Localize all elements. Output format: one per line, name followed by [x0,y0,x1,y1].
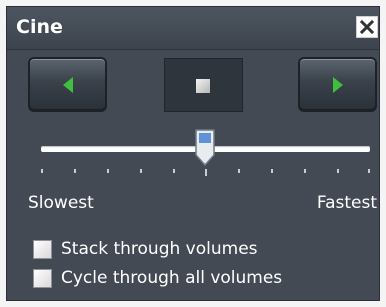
cycle-volumes-checkbox[interactable] [33,269,52,288]
slider-tick [107,169,109,173]
close-button[interactable] [356,16,378,38]
slowest-label: Slowest [28,193,94,213]
slider-tick [304,169,306,173]
triangle-right-icon [333,77,343,93]
fastest-label: Fastest [316,193,377,213]
panel-title: Cine [16,16,63,38]
slider-tick [337,169,339,173]
slider-tick [74,169,76,173]
previous-frame-button[interactable] [28,57,107,112]
speed-slider-ticks [41,169,370,179]
slider-tick [368,169,370,173]
slider-tick [41,169,43,173]
slider-tick [238,169,240,173]
slider-tick [271,169,273,173]
next-frame-button[interactable] [298,57,377,112]
slider-tick [173,169,175,173]
stack-volumes-checkbox[interactable] [33,240,52,259]
title-bar: Cine [7,7,379,50]
triangle-left-icon [63,77,73,93]
speed-slider-thumb[interactable] [193,128,217,168]
stop-square-icon [196,79,210,93]
cycle-volumes-label: Cycle through all volumes [61,268,283,288]
close-icon [360,20,374,34]
slider-tick [140,169,142,173]
slider-tick [205,169,207,176]
stop-button[interactable] [164,58,243,112]
stack-volumes-label: Stack through volumes [61,239,258,259]
cine-panel: Cine Slowest Fastest Stack through volum… [6,6,380,301]
